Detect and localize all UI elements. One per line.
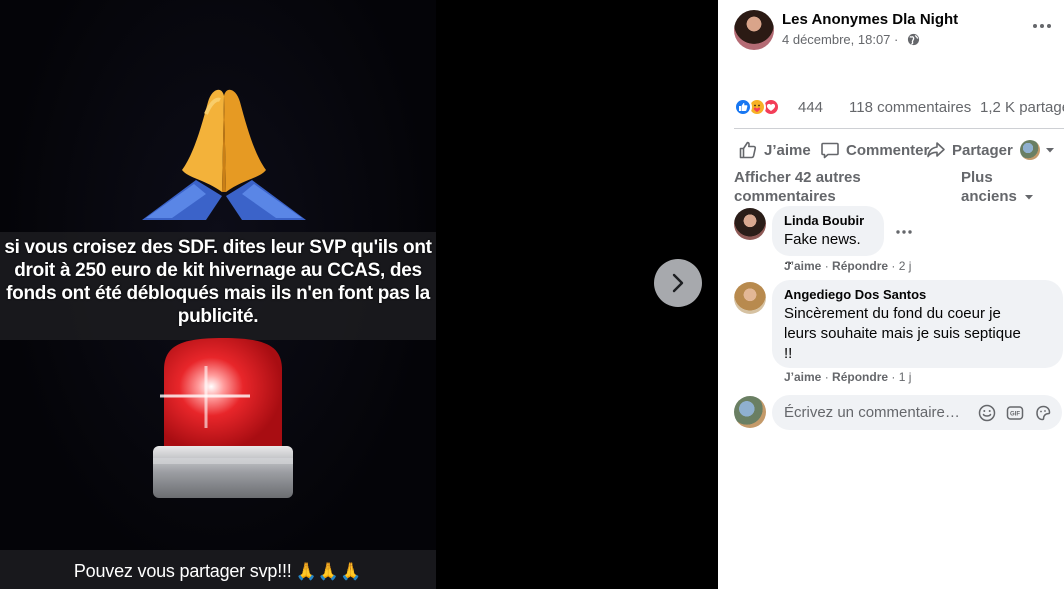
media-viewer: si vous croisez des SDF. dites leur SVP … <box>0 0 718 589</box>
share-button-label: Partager <box>952 141 1013 159</box>
comment-author[interactable]: Linda Boubir <box>784 213 872 229</box>
comment-button-label: Commenter <box>846 141 930 159</box>
comment-author[interactable]: Angediego Dos Santos <box>784 287 1051 303</box>
like-reaction-icon <box>734 98 752 116</box>
praying-hands-emoji <box>142 89 306 220</box>
praying-hands-footer-emoji: 🙏🙏🙏 <box>295 562 363 581</box>
comment-text: Sincèrement du fond du coeur je leurs so… <box>784 305 1021 362</box>
svg-text:GIF: GIF <box>1010 412 1020 418</box>
comment-time[interactable]: 2 j <box>899 259 912 273</box>
image-caption: si vous croisez des SDF. dites leur SVP … <box>4 237 432 327</box>
emoji-icon[interactable] <box>978 404 996 422</box>
comment-icon <box>821 142 839 159</box>
page-name[interactable]: Les Anonymes Dla Night <box>782 11 958 28</box>
comment-bubble: Angediego Dos Santos Sincèrement du fond… <box>772 280 1063 368</box>
caret-down-icon <box>1046 148 1054 153</box>
share-arrow-icon <box>927 142 945 158</box>
reaction-as-selector[interactable] <box>1020 140 1056 160</box>
comment-bubble: Linda Boubir Fake news. .. <box>772 206 884 268</box>
share-button[interactable]: Partager <box>926 137 1013 163</box>
post-date[interactable]: 4 décembre, 18:07 · <box>782 32 898 47</box>
sticker-icon[interactable] <box>1034 404 1052 422</box>
image-footer: Pouvez vous partager svp!!! 🙏🙏🙏 <box>0 560 436 583</box>
reaction-count[interactable]: 444 <box>798 99 823 116</box>
comment-count[interactable]: 118 commentaires <box>849 99 971 116</box>
comment-like-link[interactable]: J’aime <box>784 259 821 273</box>
comment-like-link[interactable]: J’aime <box>784 370 821 384</box>
comment-options-icon[interactable] <box>894 224 914 240</box>
comment-composer[interactable]: GIF <box>772 395 1062 430</box>
like-button-label: J’aime <box>764 141 811 159</box>
comment-input[interactable] <box>784 404 974 421</box>
commenter-avatar[interactable] <box>734 282 766 314</box>
comment-reply-link[interactable]: Répondre <box>832 370 888 384</box>
share-count[interactable]: 1,2 K partages <box>980 99 1064 116</box>
next-photo-button[interactable] <box>654 259 702 307</box>
image-footer-text: Pouvez vous partager svp!!! <box>73 561 292 581</box>
comment-meta: J’aime · Répondre · 2 j <box>784 259 912 273</box>
post-panel: Les Anonymes Dla Night 4 décembre, 18:07… <box>718 0 1064 589</box>
commenter-avatar[interactable] <box>734 208 766 240</box>
view-more-comments-link[interactable]: Afficher 42 autres commentaires <box>734 168 874 206</box>
gif-icon[interactable]: GIF <box>1006 404 1024 422</box>
comment-reply-link[interactable]: Répondre <box>832 259 888 273</box>
divider <box>734 128 1064 129</box>
comment-sort-label: Plus anciens <box>961 169 1017 205</box>
post-actions: J’aime Commenter Partager <box>734 137 1064 163</box>
siren-emoji <box>153 338 293 498</box>
caret-down-icon <box>1024 195 1033 200</box>
comment-time[interactable]: 1 j <box>899 370 912 384</box>
post-photo: si vous croisez des SDF. dites leur SVP … <box>0 0 436 589</box>
like-button[interactable]: J’aime <box>738 137 811 163</box>
page-avatar[interactable] <box>734 10 774 50</box>
comment-sort-dropdown[interactable]: Plus anciens <box>961 168 1051 206</box>
chevron-right-icon <box>672 273 684 293</box>
comment-button[interactable]: Commenter <box>820 137 929 163</box>
current-user-avatar <box>1020 140 1040 160</box>
thumbs-up-icon <box>739 141 757 159</box>
comment-meta: J’aime · Répondre · 1 j <box>784 370 912 384</box>
more-options-icon[interactable] <box>1030 18 1054 34</box>
globe-icon <box>907 33 920 46</box>
reactions-summary[interactable]: 444 118 commentaires 1,2 K partages <box>734 96 1064 118</box>
current-user-avatar[interactable] <box>734 396 766 428</box>
